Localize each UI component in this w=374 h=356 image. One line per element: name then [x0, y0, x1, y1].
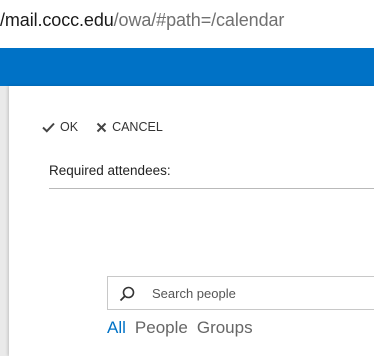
- tab-all[interactable]: All: [107, 318, 126, 340]
- left-background-strip: [0, 86, 9, 356]
- cancel-label: CANCEL: [112, 120, 163, 134]
- close-icon: [96, 122, 107, 132]
- ok-label: OK: [60, 120, 79, 134]
- filter-tabs: All People Groups: [107, 318, 253, 340]
- tab-groups[interactable]: Groups: [197, 318, 253, 340]
- address-bar[interactable]: /mail.cocc.edu/owa/#path=/calendar: [0, 0, 374, 48]
- required-attendees-field[interactable]: [49, 188, 374, 189]
- url-path: /owa/#path=/calendar: [113, 10, 285, 30]
- search-icon: [119, 286, 135, 302]
- tab-people[interactable]: People: [135, 318, 188, 340]
- url-text[interactable]: /mail.cocc.edu/owa/#path=/calendar: [0, 10, 284, 31]
- ok-button[interactable]: OK: [42, 120, 78, 134]
- cancel-button[interactable]: CANCEL: [96, 120, 163, 134]
- checkmark-icon: [42, 122, 55, 133]
- dialog-toolbar: OK CANCEL: [42, 117, 163, 137]
- required-attendees-label: Required attendees:: [49, 163, 171, 178]
- search-people-input[interactable]: Search people: [107, 276, 374, 310]
- url-host: /mail.cocc.edu: [0, 10, 114, 30]
- search-placeholder: Search people: [152, 286, 236, 301]
- app-header-bar: [0, 48, 374, 86]
